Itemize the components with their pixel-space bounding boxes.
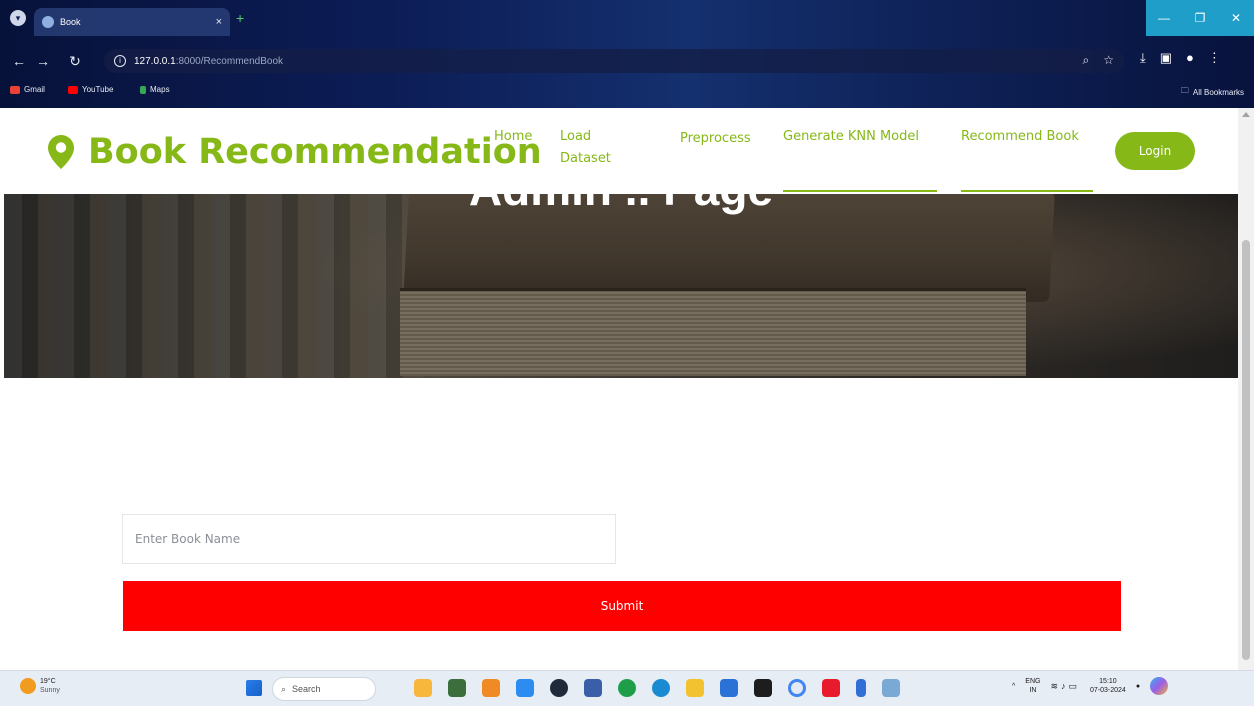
- app-icon[interactable]: [584, 679, 602, 697]
- toolbar-icons: ⤓ ▣ ● ⋮: [1140, 50, 1221, 66]
- site-navbar: Book Recommendation Home Load Dataset Pr…: [4, 108, 1238, 194]
- app-icon[interactable]: [550, 679, 568, 697]
- taskbar-search[interactable]: ⌕ Search: [272, 677, 376, 701]
- sun-icon: [20, 678, 36, 694]
- bookmark-gmail[interactable]: Gmail: [10, 85, 45, 94]
- tab-search-icon[interactable]: ▾: [10, 10, 26, 26]
- notification-bell-icon[interactable]: ●: [1136, 683, 1140, 690]
- weather-temp: 19°C: [40, 678, 56, 685]
- site-info-icon[interactable]: i: [114, 55, 126, 67]
- screen: ▾ Book × + — ❐ ✕ ← → ↻ i 127.0.0.1 :8000…: [0, 0, 1254, 706]
- nav-preprocess[interactable]: Preprocess: [680, 128, 751, 150]
- copilot-icon[interactable]: [1150, 677, 1169, 695]
- language-code: ENG: [1025, 678, 1041, 685]
- tab-close-icon[interactable]: ×: [216, 16, 222, 28]
- search-label: Search: [292, 684, 321, 694]
- chevron-up-icon[interactable]: ^: [1012, 683, 1015, 690]
- brand[interactable]: Book Recommendation: [48, 132, 542, 172]
- nav-home[interactable]: Home: [494, 126, 532, 148]
- chrome-icon[interactable]: [788, 679, 806, 697]
- app-icon[interactable]: [448, 679, 466, 697]
- book-name-input[interactable]: [122, 514, 616, 564]
- file-explorer-icon[interactable]: [686, 679, 704, 697]
- nav-generate-knn-model[interactable]: Generate KNN Model: [783, 126, 937, 192]
- back-icon[interactable]: ←: [8, 50, 30, 72]
- language-indicator[interactable]: ENG IN: [1025, 677, 1040, 695]
- download-icon[interactable]: ⤓: [1140, 50, 1146, 66]
- address-bar[interactable]: i 127.0.0.1 :8000/RecommendBook ⌕ ☆: [104, 49, 1124, 73]
- web-page: Admin .. Page Book Recommendation Home L…: [4, 108, 1238, 670]
- side-panel-icon[interactable]: ▣: [1160, 50, 1172, 66]
- bookmark-youtube[interactable]: YouTube: [68, 85, 113, 94]
- edge-icon[interactable]: [652, 679, 670, 697]
- profile-icon[interactable]: ●: [1186, 50, 1194, 66]
- app-icon[interactable]: [822, 679, 840, 697]
- bookmark-label: Maps: [150, 85, 170, 94]
- scroll-thumb[interactable]: [1242, 240, 1250, 660]
- maps-icon: [140, 85, 146, 94]
- all-bookmarks[interactable]: 🗀 All Bookmarks: [1181, 85, 1244, 99]
- bookmark-label: Gmail: [24, 85, 45, 94]
- url-path: :8000/RecommendBook: [175, 55, 284, 67]
- app-icon[interactable]: [516, 679, 534, 697]
- new-tab-button[interactable]: +: [236, 10, 244, 26]
- maximize-icon[interactable]: ❐: [1182, 0, 1218, 36]
- all-bookmarks-label: All Bookmarks: [1192, 87, 1244, 97]
- taskbar: 19°C Sunny ⌕ Search ^ ENG IN ≋♪▭ 15:10 0…: [0, 670, 1254, 706]
- window-controls: — ❐ ✕: [1146, 0, 1254, 36]
- tab-title: Book: [60, 17, 81, 27]
- zoom-icon[interactable]: ⌕: [1083, 53, 1090, 68]
- browser-tab[interactable]: Book ×: [34, 8, 230, 36]
- app-icon[interactable]: [618, 679, 636, 697]
- clock-date: 07-03-2024: [1090, 687, 1126, 694]
- region-code: IN: [1029, 687, 1037, 694]
- close-icon[interactable]: ✕: [1218, 0, 1254, 36]
- app-icon[interactable]: [856, 679, 866, 697]
- tab-bar: ▾ Book × + — ❐ ✕: [0, 0, 1254, 36]
- login-button[interactable]: Login: [1115, 132, 1195, 170]
- vscode-icon[interactable]: [720, 679, 738, 697]
- weather-widget[interactable]: 19°C Sunny: [20, 677, 60, 695]
- network-volume-battery-icons[interactable]: ≋♪▭: [1050, 681, 1080, 692]
- tab-favicon-icon: [42, 16, 54, 28]
- forward-icon[interactable]: →: [32, 50, 54, 72]
- search-icon: ⌕: [281, 683, 287, 694]
- terminal-icon[interactable]: [754, 679, 772, 697]
- weather-condition: Sunny: [40, 687, 60, 694]
- map-pin-icon: [48, 135, 74, 169]
- windows-start-icon[interactable]: [246, 680, 262, 696]
- bookmark-label: YouTube: [82, 85, 114, 94]
- bookmarks-bar: Gmail YouTube Maps 🗀 All Bookmarks: [0, 82, 1254, 104]
- submit-button[interactable]: Submit: [123, 581, 1121, 631]
- browser-chrome: ▾ Book × + — ❐ ✕ ← → ↻ i 127.0.0.1 :8000…: [0, 0, 1254, 108]
- brand-title: Book Recommendation: [88, 132, 542, 172]
- widgets-icon[interactable]: [414, 679, 432, 697]
- clock-time: 15:10: [1099, 678, 1117, 685]
- nav-load-dataset[interactable]: Load Dataset: [560, 126, 630, 170]
- youtube-icon: [68, 85, 78, 94]
- bookmark-maps[interactable]: Maps: [140, 85, 170, 94]
- app-icon[interactable]: [882, 679, 900, 697]
- reload-icon[interactable]: ↻: [64, 50, 86, 72]
- url-host: 127.0.0.1: [134, 55, 176, 67]
- omnibox-actions: ⌕ ☆: [1083, 53, 1115, 68]
- folder-icon: 🗀: [1180, 86, 1189, 95]
- menu-icon[interactable]: ⋮: [1208, 50, 1221, 66]
- page-scrollbar[interactable]: [1238, 108, 1254, 670]
- gmail-icon: [10, 85, 20, 94]
- nav-recommend-book[interactable]: Recommend Book: [961, 126, 1093, 192]
- address-bar-row: ← → ↻ i 127.0.0.1 :8000/RecommendBook ⌕ …: [0, 46, 1254, 76]
- search-app-icon[interactable]: [482, 679, 500, 697]
- scroll-up-icon[interactable]: [1242, 112, 1250, 117]
- system-tray: ^ ENG IN ≋♪▭ 15:10 07-03-2024 ●: [1012, 677, 1169, 695]
- pinned-apps: [414, 679, 900, 697]
- bookmark-star-icon[interactable]: ☆: [1103, 53, 1114, 68]
- clock[interactable]: 15:10 07-03-2024: [1090, 677, 1126, 695]
- minimize-icon[interactable]: —: [1146, 0, 1182, 36]
